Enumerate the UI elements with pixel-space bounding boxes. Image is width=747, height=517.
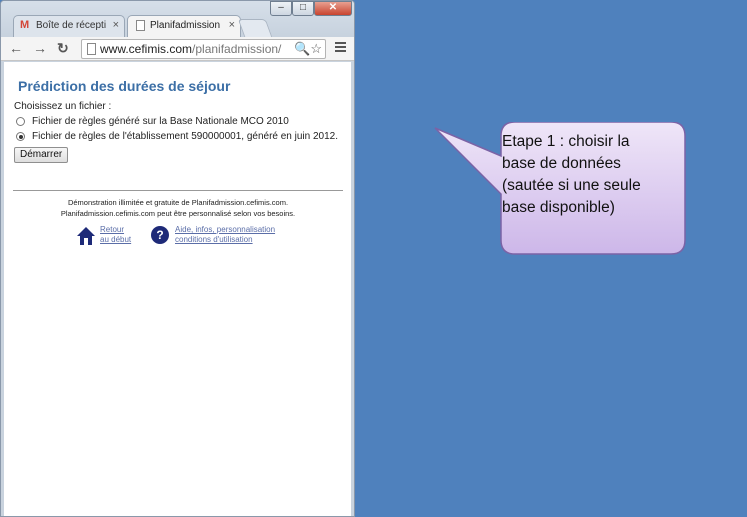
- radio-button[interactable]: [16, 132, 25, 141]
- help-link-line-2: conditions d'utilisation: [175, 235, 253, 244]
- callout-line-1: Etape 1 : choisir la: [502, 133, 630, 150]
- callout-line-3: (sautée si une seule: [502, 177, 641, 194]
- tab-label: Planifadmission.: [150, 20, 220, 31]
- reload-icon[interactable]: ↻: [57, 40, 69, 56]
- radio-option-establishment[interactable]: Fichier de règles de l'établissement 590…: [16, 131, 338, 142]
- window-controls: – □ ✕: [270, 1, 352, 16]
- radio-option-national[interactable]: Fichier de règles généré sur la Base Nat…: [16, 116, 289, 127]
- page-icon: [87, 43, 96, 55]
- new-tab-button[interactable]: [237, 19, 273, 37]
- forward-arrow-icon[interactable]: →: [33, 40, 47, 56]
- radio-label: Fichier de règles de l'établissement 590…: [32, 131, 339, 142]
- gmail-icon: M: [20, 19, 30, 31]
- zoom-star-icons: 🔍☆: [294, 40, 322, 58]
- callout-text: Etape 1 : choisir la base de données (sa…: [502, 131, 682, 219]
- home-icon[interactable]: [76, 226, 96, 246]
- title-bar: M Boîte de réceptio × Planifadmission. ×…: [1, 1, 354, 37]
- start-button[interactable]: Démarrer: [14, 147, 69, 163]
- divider: [13, 190, 343, 191]
- callout-line-4: base disponible): [502, 199, 615, 216]
- help-link[interactable]: Aide, infos, personnalisation conditions…: [175, 225, 275, 245]
- back-arrow-icon[interactable]: ←: [9, 40, 23, 56]
- callout-line-2: base de données: [502, 155, 621, 172]
- maximize-button[interactable]: □: [292, 1, 314, 16]
- browser-window: M Boîte de réceptio × Planifadmission. ×…: [0, 0, 355, 517]
- footer-line-2: Planifadmission.cefimis.com peut être pe…: [60, 209, 296, 218]
- close-window-button[interactable]: ✕: [314, 1, 352, 16]
- toolbar: ← → ↻ www.cefimis.com/planifadmission/ 🔍…: [1, 37, 354, 61]
- help-link-line-1: Aide, infos, personnalisation: [175, 225, 276, 234]
- page-title: Prédiction des durées de séjour: [18, 78, 231, 94]
- page-icon: [136, 20, 145, 31]
- tab-gmail[interactable]: M Boîte de réceptio ×: [13, 15, 125, 37]
- radio-label: Fichier de règles généré sur la Base Nat…: [32, 116, 289, 127]
- url-host: www.cefimis.com: [100, 42, 193, 56]
- tab-planifadmission[interactable]: Planifadmission. ×: [127, 15, 241, 37]
- page-content: Prédiction des durées de séjour Choisiss…: [4, 62, 351, 516]
- home-link-line-2: au début: [100, 235, 132, 244]
- radio-button[interactable]: [16, 117, 25, 126]
- star-icon[interactable]: ☆: [310, 41, 322, 56]
- magnifier-icon[interactable]: 🔍: [294, 41, 310, 56]
- menu-icon[interactable]: [335, 42, 346, 54]
- home-link[interactable]: Retour au début: [100, 225, 131, 245]
- tab-label: Boîte de réceptio: [36, 20, 106, 31]
- home-link-line-1: Retour: [100, 225, 125, 234]
- address-bar[interactable]: www.cefimis.com/planifadmission/ 🔍☆: [81, 39, 326, 59]
- footer-line-1: Démonstration illimitée et gratuite de P…: [67, 198, 289, 207]
- url-path: /planifadmission/: [192, 42, 282, 56]
- help-icon[interactable]: ?: [151, 226, 169, 244]
- minimize-button[interactable]: –: [270, 1, 292, 16]
- choose-file-label: Choisissez un fichier :: [14, 101, 112, 112]
- close-icon[interactable]: ×: [229, 19, 235, 31]
- close-icon[interactable]: ×: [113, 19, 119, 31]
